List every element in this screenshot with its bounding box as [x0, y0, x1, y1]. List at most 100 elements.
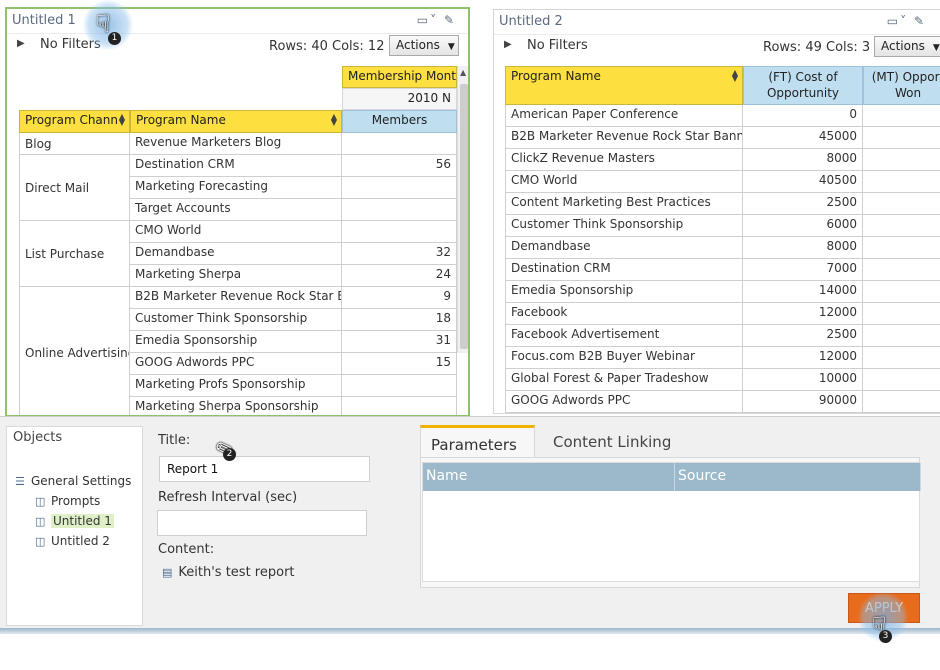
table-row-opportunity-won: [863, 347, 940, 369]
table-row-program-name: Global Forest & Paper Tradeshow: [505, 369, 743, 391]
tree-item-untitled-2[interactable]: ◫ Untitled 2: [35, 534, 110, 548]
content-value: Keith's test report: [178, 565, 295, 580]
row-members-value: 24: [342, 265, 457, 287]
table-row-program-name: Facebook Advertisement: [505, 325, 743, 347]
table-row-program-name: CMO World: [505, 171, 743, 193]
content-label: Content:: [158, 542, 215, 557]
table-row-cost: 8000: [743, 237, 863, 259]
objects-tree: Objects ☰ General Settings ◫ Prompts ◫ Unti…: [6, 426, 143, 626]
header-program-channel[interactable]: Program Chann• ▲ ▼: [19, 110, 130, 133]
sliders-icon: ☰: [15, 475, 25, 488]
vertical-scrollbar[interactable]: ▲: [457, 66, 468, 353]
report-panel-untitled-1[interactable]: Untitled 1 ▭˅ ✎ ▶ No Filters Rows: 40 Co…: [5, 7, 470, 417]
row-group-channel: Online Advertising: [19, 287, 130, 415]
table-row-cost: 7000: [743, 259, 863, 281]
table-row-opportunity-won: [863, 149, 940, 171]
table-row-program-name: Content Marketing Best Practices: [505, 193, 743, 215]
header-label: Program Name: [511, 69, 601, 83]
table-row-opportunity-won: [863, 171, 940, 193]
refresh-interval-input[interactable]: [157, 510, 367, 536]
tree-item-label: Prompts: [51, 494, 101, 508]
tab-content-linking[interactable]: Content Linking: [543, 425, 683, 457]
grid-header-source[interactable]: Source: [675, 463, 921, 491]
report-file-icon: ▤: [162, 566, 173, 579]
table-row-cost: 6000: [743, 215, 863, 237]
refresh-interval-label: Refresh Interval (sec): [158, 490, 298, 505]
table-row-cost: 10000: [743, 369, 863, 391]
table-row-opportunity-won: [863, 127, 940, 149]
sort-icon[interactable]: ▲ ▼: [732, 69, 738, 83]
row-members-value: 31: [342, 331, 457, 353]
row-members-value: 18: [342, 309, 457, 331]
dashboard-editor: Untitled 1 ▭˅ ✎ ▶ No Filters Rows: 40 Co…: [0, 0, 940, 670]
table-row-cost: 90000: [743, 391, 863, 413]
header-program-name[interactable]: Program Name ▲ ▼: [130, 110, 342, 133]
table-row-program-name: B2B Marketer Revenue Rock Star Banner: [505, 127, 743, 149]
pivot-table: Membership Mont 2010 N Program Chann• ▲ ▼ …: [7, 9, 468, 415]
tabs-area: Parameters Content Linking Name Source: [420, 425, 921, 588]
title-input[interactable]: [159, 456, 370, 482]
row-program-name: Marketing Forecasting: [130, 177, 342, 199]
table-row-opportunity-won: [863, 215, 940, 237]
sort-icon[interactable]: ▲ ▼: [119, 113, 125, 127]
table-row-cost: 45000: [743, 127, 863, 149]
row-program-name: Marketing Sherpa Sponsorship: [130, 397, 342, 415]
parameters-panel: Name Source: [420, 457, 921, 588]
row-members-value: [342, 177, 457, 199]
row-members-value: [342, 199, 457, 221]
table-row-opportunity-won: [863, 193, 940, 215]
report-panel-untitled-2[interactable]: Untitled 2 ▭˅ ✎ ▶ No Filters Rows: 49 Co…: [493, 9, 940, 414]
table-row-program-name: Destination CRM: [505, 259, 743, 281]
step-badge-1: 1: [108, 32, 121, 45]
row-members-value: 15: [342, 353, 457, 375]
row-group-channel: Direct Mail: [19, 155, 130, 221]
pane-divider: [0, 628, 940, 634]
scroll-thumb[interactable]: [460, 84, 468, 349]
table-row-opportunity-won: [863, 105, 940, 127]
tab-parameters[interactable]: Parameters: [420, 425, 535, 457]
table-row-opportunity-won: [863, 369, 940, 391]
column-group-header[interactable]: Membership Mont: [342, 66, 457, 88]
header-label: Program Name: [136, 113, 226, 127]
table-row-cost: 14000: [743, 281, 863, 303]
table-row-program-name: Focus.com B2B Buyer Webinar: [505, 347, 743, 369]
row-program-name: Customer Think Sponsorship: [130, 309, 342, 331]
row-program-name: Emedia Sponsorship: [130, 331, 342, 353]
row-members-value: [342, 397, 457, 415]
table-row-cost: 2500: [743, 193, 863, 215]
content-link[interactable]: ▤ Keith's test report: [162, 565, 295, 580]
table-row-opportunity-won: [863, 281, 940, 303]
row-program-name: B2B Marketer Revenue Rock Star Bar: [130, 287, 342, 309]
table-row-program-name: Emedia Sponsorship: [505, 281, 743, 303]
row-program-name: Marketing Sherpa: [130, 265, 342, 287]
grid-header-name[interactable]: Name: [423, 463, 675, 491]
table-row-program-name: American Paper Conference: [505, 105, 743, 127]
table-row-cost: 0: [743, 105, 863, 127]
header-program-name[interactable]: Program Name ▲ ▼: [505, 66, 743, 105]
report-panel-icon: ◫: [35, 515, 46, 528]
table-row-cost: 40500: [743, 171, 863, 193]
objects-heading: Objects: [13, 430, 63, 445]
title-label: Title:: [158, 433, 191, 448]
prompt-icon: ◫: [35, 495, 46, 508]
table-row-opportunity-won: [863, 259, 940, 281]
scroll-up-icon[interactable]: ▲: [460, 68, 466, 77]
table-row-cost: 2500: [743, 325, 863, 347]
header-cost-of-opportunity[interactable]: (FT) Cost of Opportunity: [743, 66, 863, 105]
table-row-cost: 12000: [743, 347, 863, 369]
header-label: Program Chann•: [25, 113, 126, 127]
tree-item-label: Untitled 2: [51, 534, 110, 548]
row-members-value: [342, 133, 457, 155]
tree-item-label: Untitled 1: [51, 514, 114, 528]
tree-item-prompts[interactable]: ◫ Prompts: [35, 494, 100, 508]
row-members-value: 56: [342, 155, 457, 177]
tree-item-general-settings[interactable]: ☰ General Settings: [15, 474, 131, 488]
row-members-value: [342, 221, 457, 243]
report-panel-icon: ◫: [35, 535, 46, 548]
tree-item-untitled-1[interactable]: ◫ Untitled 1: [35, 514, 114, 528]
header-opportunity-won[interactable]: (MT) Opport Won: [863, 66, 940, 105]
row-program-name: Target Accounts: [130, 199, 342, 221]
table-row-opportunity-won: [863, 303, 940, 325]
sort-icon[interactable]: ▲ ▼: [331, 113, 337, 127]
header-members[interactable]: Members: [342, 110, 457, 133]
